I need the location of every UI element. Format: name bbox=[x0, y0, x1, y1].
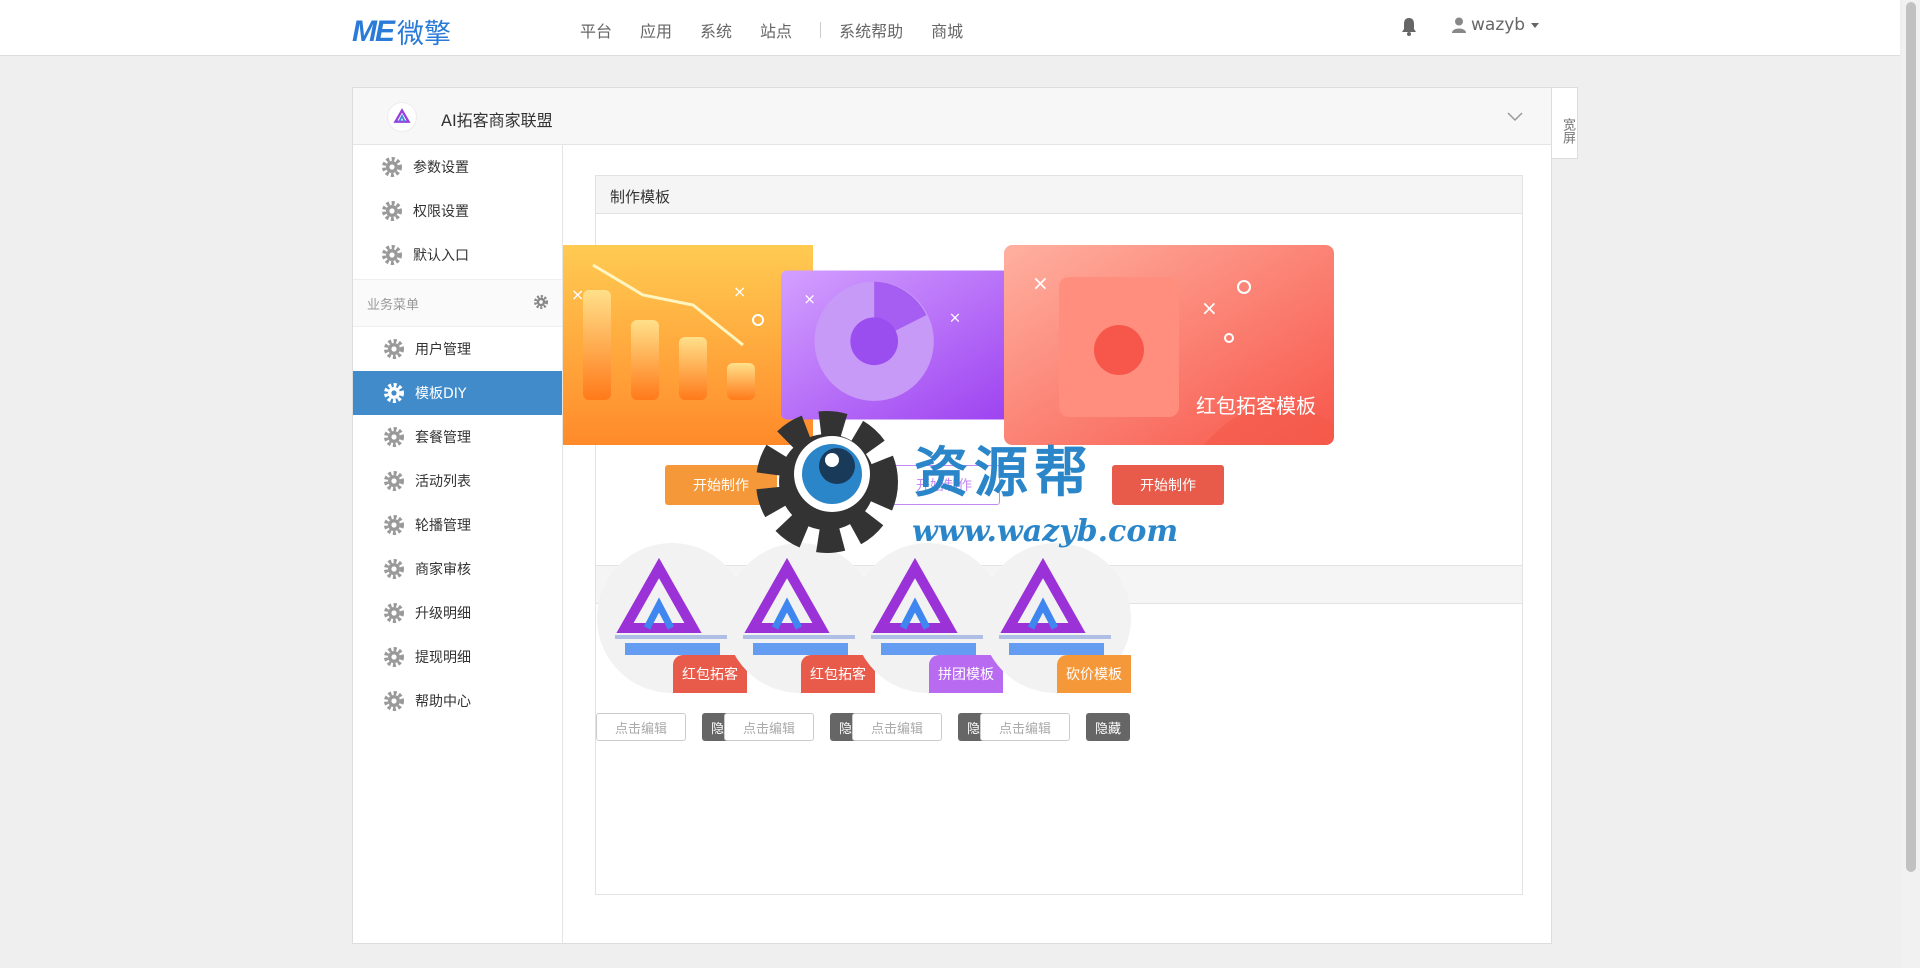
nav-divider bbox=[820, 22, 822, 38]
gear-icon bbox=[384, 471, 404, 491]
sidebar-item-label: 权限设置 bbox=[413, 204, 469, 220]
sidebar-item-help-center[interactable]: 帮助中心 bbox=[353, 679, 562, 723]
edit-button-4[interactable]: 点击编辑 bbox=[980, 713, 1070, 741]
template-card-red[interactable]: × × 红包拓客模板 bbox=[1004, 245, 1334, 445]
sidebar-group-label: 业务菜单 bbox=[367, 297, 420, 313]
sidebar-item-users[interactable]: 用户管理 bbox=[353, 327, 562, 371]
nav-apps[interactable]: 应用 bbox=[640, 18, 672, 42]
svg-text:×: × bbox=[1032, 271, 1049, 295]
sidebar-item-label: 套餐管理 bbox=[415, 430, 471, 446]
user-name: wazyb bbox=[1471, 15, 1526, 35]
sidebar-item-label: 默认入口 bbox=[413, 248, 469, 264]
svg-text:×: × bbox=[803, 290, 815, 308]
nav-site[interactable]: 站点 bbox=[760, 18, 792, 42]
sidebar-item-permissions[interactable]: 权限设置 bbox=[353, 189, 562, 233]
svg-text:×: × bbox=[949, 309, 961, 327]
nav-system[interactable]: 系统 bbox=[700, 18, 732, 42]
nav-mall[interactable]: 商城 bbox=[931, 18, 963, 42]
sidebar: 参数设置 权限设置 默认入口 业务菜单 用户管理 模板DIY 套餐管理 活动列表… bbox=[353, 145, 563, 943]
scrollbar-thumb[interactable] bbox=[1906, 2, 1916, 872]
logo-cn: 微擎 bbox=[397, 19, 451, 50]
style-item-4[interactable]: 砍价模板 bbox=[981, 543, 1131, 693]
sidebar-item-packages[interactable]: 套餐管理 bbox=[353, 415, 562, 459]
template-card-purple[interactable]: × × bbox=[781, 245, 1027, 445]
sidebar-item-label: 用户管理 bbox=[415, 342, 471, 358]
sidebar-item-params[interactable]: 参数设置 bbox=[353, 145, 562, 189]
template-card-label: 红包拓客模板 bbox=[1196, 394, 1316, 418]
sidebar-item-merchant-review[interactable]: 商家审核 bbox=[353, 547, 562, 591]
caret-down-icon bbox=[1531, 22, 1540, 28]
sidebar-group-business: 业务菜单 bbox=[353, 279, 562, 327]
make-template-title: 制作模板 bbox=[596, 176, 1522, 214]
gear-icon bbox=[384, 427, 404, 447]
main-panel: AI拓客商家联盟 参数设置 权限设置 默认入口 业务菜单 用户管理 模板DIY bbox=[352, 87, 1552, 944]
top-navbar: ME 微擎 平台 应用 系统 站点 系统帮助 商城 wazyb bbox=[0, 0, 1900, 56]
sidebar-item-activities[interactable]: 活动列表 bbox=[353, 459, 562, 503]
page-scrollbar[interactable] bbox=[1902, 0, 1920, 968]
template-card-orange[interactable]: × × bbox=[563, 245, 813, 445]
user-menu[interactable]: wazyb bbox=[1452, 15, 1540, 35]
bell-icon[interactable] bbox=[1400, 17, 1418, 37]
sidebar-item-label: 活动列表 bbox=[415, 474, 471, 490]
gear-icon bbox=[384, 383, 404, 403]
start-button-label: 开始制作 bbox=[916, 478, 972, 494]
brand-logo[interactable]: ME 微擎 bbox=[352, 12, 451, 51]
app-logo-icon bbox=[387, 102, 417, 132]
main-nav: 平台 应用 系统 站点 系统帮助 商城 bbox=[580, 18, 991, 42]
sidebar-item-carousel[interactable]: 轮播管理 bbox=[353, 503, 562, 547]
sidebar-item-label: 提现明细 bbox=[415, 650, 471, 666]
gear-icon bbox=[384, 691, 404, 711]
start-button-orange[interactable]: 开始制作 bbox=[665, 465, 777, 505]
sidebar-item-label: 商家审核 bbox=[415, 562, 471, 578]
chevron-down-icon[interactable] bbox=[1507, 108, 1523, 124]
template-card-clip: × × bbox=[563, 245, 813, 445]
gear-icon bbox=[384, 647, 404, 667]
gear-icon bbox=[382, 157, 402, 177]
wide-screen-toggle[interactable]: 宽屏 bbox=[1552, 87, 1578, 159]
sidebar-item-label: 参数设置 bbox=[413, 160, 469, 176]
gear-icon bbox=[384, 603, 404, 623]
settings-gear-icon[interactable] bbox=[534, 295, 548, 309]
edit-button-3[interactable]: 点击编辑 bbox=[852, 713, 942, 741]
sidebar-item-label: 升级明细 bbox=[415, 606, 471, 622]
svg-text:×: × bbox=[1201, 296, 1218, 320]
sidebar-item-withdraw-details[interactable]: 提现明细 bbox=[353, 635, 562, 679]
sidebar-item-label: 模板DIY bbox=[415, 386, 467, 402]
sidebar-item-template-diy[interactable]: 模板DIY bbox=[353, 371, 562, 415]
gear-icon bbox=[382, 201, 402, 221]
gear-icon bbox=[384, 339, 404, 359]
edit-button-2[interactable]: 点击编辑 bbox=[724, 713, 814, 741]
start-button-label: 开始制作 bbox=[693, 478, 749, 494]
gear-icon bbox=[382, 245, 402, 265]
sidebar-item-default-entry[interactable]: 默认入口 bbox=[353, 233, 562, 277]
start-button-purple[interactable]: 开始制作 bbox=[888, 465, 1000, 505]
start-button-red[interactable]: 开始制作 bbox=[1112, 465, 1224, 505]
gear-icon bbox=[384, 515, 404, 535]
logo-me: ME bbox=[352, 14, 395, 48]
hide-button-4[interactable]: 隐藏 bbox=[1086, 713, 1130, 741]
svg-text:×: × bbox=[571, 285, 584, 304]
sidebar-item-upgrade-details[interactable]: 升级明细 bbox=[353, 591, 562, 635]
sidebar-item-label: 轮播管理 bbox=[415, 518, 471, 534]
nav-platform[interactable]: 平台 bbox=[580, 18, 612, 42]
nav-help[interactable]: 系统帮助 bbox=[839, 18, 903, 42]
style-tag: 砍价模板 bbox=[1057, 655, 1131, 693]
user-icon bbox=[1452, 17, 1466, 33]
gear-icon bbox=[384, 559, 404, 579]
sidebar-item-label: 帮助中心 bbox=[415, 694, 471, 710]
app-header: AI拓客商家联盟 bbox=[353, 88, 1551, 145]
svg-text:×: × bbox=[733, 282, 746, 301]
start-button-label: 开始制作 bbox=[1140, 478, 1196, 494]
edit-button-1[interactable]: 点击编辑 bbox=[596, 713, 686, 741]
app-name: AI拓客商家联盟 bbox=[441, 111, 553, 130]
